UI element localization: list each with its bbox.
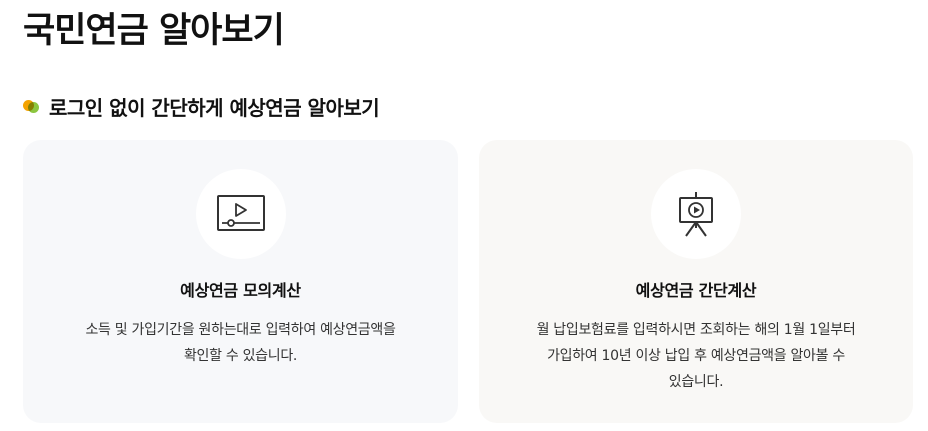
card-description-line: 소득 및 가입기간을 원하는대로 입력하여 예상연금액을 [85,322,396,338]
icon-circle [195,169,286,259]
video-player-icon [216,195,265,231]
bullet-dot-green [28,102,39,113]
card-description-line: 월 납입보험료를 입력하시면 조회하는 해의 1월 1일부터 [536,322,856,338]
card-description-line: 가입하여 10년 이상 납입 후 예상연금액을 알아볼 수 [547,348,845,364]
card-description-line: 있습니다. [668,374,724,390]
section-heading: 로그인 없이 간단하게 예상연금 알아보기 [23,92,380,120]
card-title: 예상연금 간단계산 [635,281,757,300]
presentation-board-icon [679,192,713,237]
icon-circle [651,169,741,259]
card-description: 소득 및 가입기간을 원하는대로 입력하여 예상연금액을 확인할 수 있습니다. [23,317,458,369]
card-title: 예상연금 모의계산 [180,281,301,300]
bullet-dots-icon [23,98,41,114]
page: 국민연금 알아보기 로그인 없이 간단하게 예상연금 알아보기 예상연금 모의계… [0,0,928,431]
card-simple-calculation[interactable]: 예상연금 간단계산 월 납입보험료를 입력하시면 조회하는 해의 1월 1일부터… [479,140,913,423]
card-description: 월 납입보험료를 입력하시면 조회하는 해의 1월 1일부터 가입하여 10년 … [479,317,913,395]
card-description-line: 확인할 수 있습니다. [183,348,298,364]
page-title: 국민연금 알아보기 [23,11,285,51]
card-mock-calculation[interactable]: 예상연금 모의계산 소득 및 가입기간을 원하는대로 입력하여 예상연금액을 확… [23,140,458,423]
section-heading-text: 로그인 없이 간단하게 예상연금 알아보기 [49,95,380,120]
